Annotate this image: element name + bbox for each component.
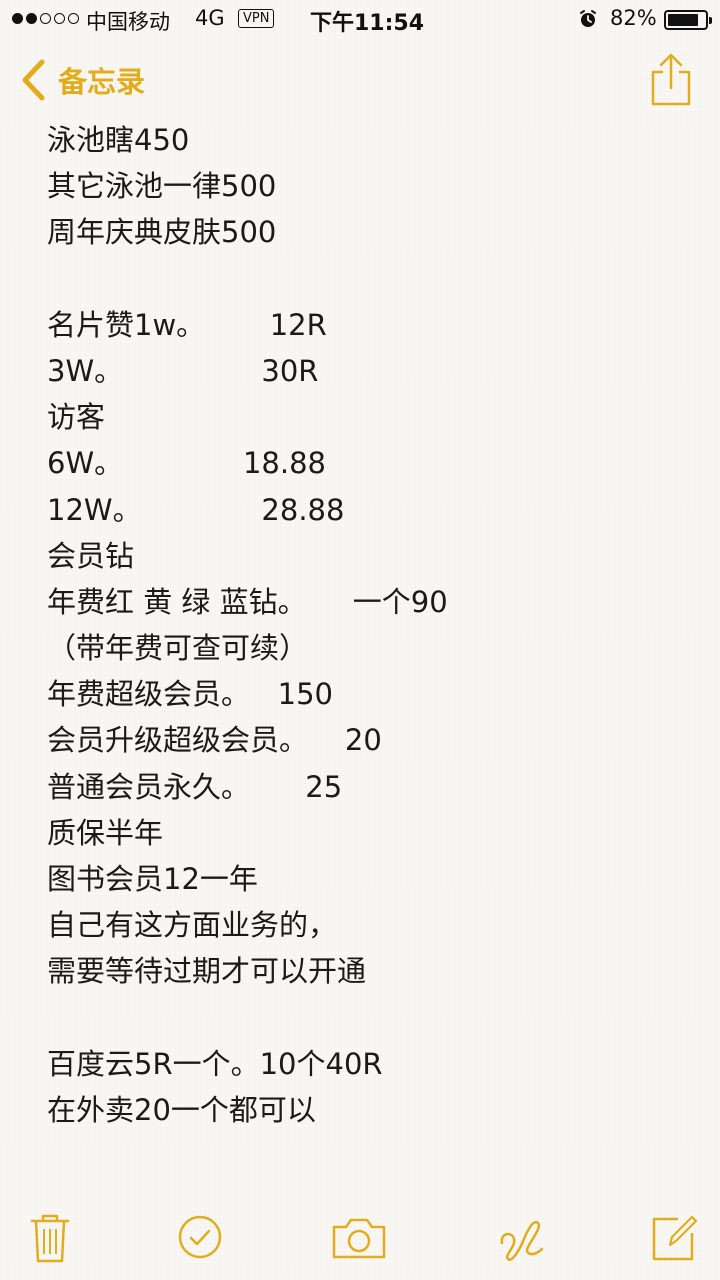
battery-level-fill xyxy=(668,14,698,26)
battery-icon xyxy=(664,10,712,30)
note-line xyxy=(47,995,687,1041)
note-line: （带年费可查可续） xyxy=(47,631,309,666)
bottom-toolbar xyxy=(0,1205,720,1275)
battery-percent: 82% xyxy=(610,6,657,30)
note-line: 年费红 黄 绿 蓝钻。 一个90 xyxy=(47,584,448,619)
camera-icon[interactable] xyxy=(330,1215,388,1261)
chevron-left-icon xyxy=(22,59,45,101)
note-line: 其它泳池一律500 xyxy=(47,169,277,204)
sketch-icon[interactable] xyxy=(494,1209,550,1265)
network-type: 4G xyxy=(195,6,225,30)
signal-strength-icon xyxy=(12,13,79,24)
trash-icon[interactable] xyxy=(28,1211,72,1265)
back-button[interactable]: 备忘录 xyxy=(18,58,145,102)
note-line: 在外卖20一个都可以 xyxy=(47,1092,316,1127)
note-line: 普通会员永久。 25 xyxy=(47,769,343,804)
note-line: 百度云5R一个。10个40R xyxy=(47,1046,383,1081)
note-line: 会员钻 xyxy=(47,538,135,573)
note-line: 质保半年 xyxy=(47,815,164,850)
note-line xyxy=(47,256,687,302)
vpn-badge: VPN xyxy=(238,9,275,28)
note-line: 自己有这方面业务的， xyxy=(47,908,338,943)
checkmark-circle-icon[interactable] xyxy=(176,1213,224,1261)
note-line: 图书会员12一年 xyxy=(47,862,258,896)
nav-bar: 备忘录 xyxy=(0,48,720,114)
share-icon[interactable] xyxy=(648,52,694,108)
note-line: 需要等待过期才可以开通 xyxy=(47,954,367,989)
note-line: 名片赞1w。 12R xyxy=(47,307,327,342)
note-content[interactable]: 泳池瞎450 其它泳池一律500 周年庆典皮肤500 名片赞1w。 12R 3W… xyxy=(47,117,687,1133)
status-bar: 中国移动 4G VPN 下午11:54 82% xyxy=(0,0,720,40)
note-line: 年费超级会员。 150 xyxy=(47,677,334,712)
note-line: 3W。 30R xyxy=(47,353,319,388)
note-line: 泳池瞎450 xyxy=(47,123,190,157)
status-time: 下午11:54 xyxy=(310,11,425,36)
back-label: 备忘录 xyxy=(58,65,146,99)
note-line: 访客 xyxy=(47,400,106,435)
note-line: 6W。 18.88 xyxy=(47,446,326,481)
note-line: 会员升级超级会员。 20 xyxy=(47,723,382,758)
carrier-name: 中国移动 xyxy=(86,10,170,34)
note-line: 周年庆典皮肤500 xyxy=(47,215,277,250)
compose-icon[interactable] xyxy=(650,1211,700,1263)
alarm-clock-icon xyxy=(580,10,596,27)
note-line: 12W。 28.88 xyxy=(47,492,345,527)
